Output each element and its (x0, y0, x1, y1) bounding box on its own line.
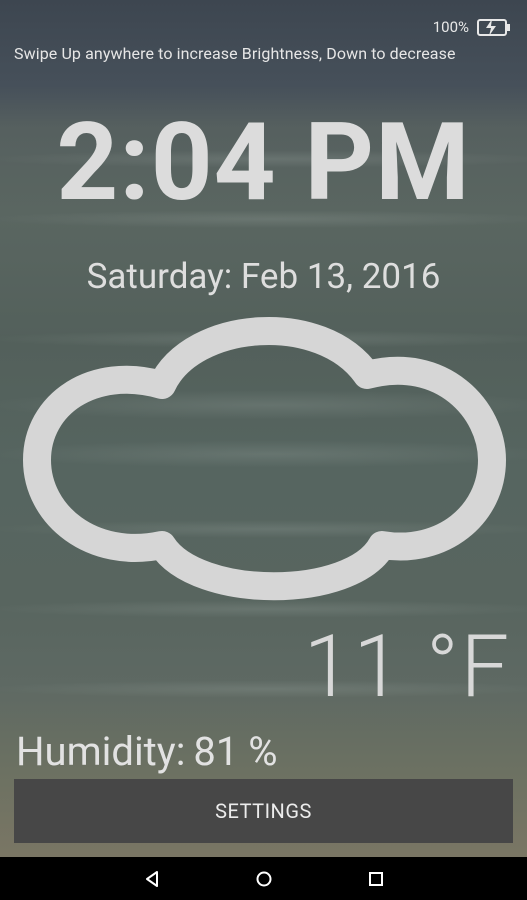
battery-charging-icon (477, 19, 510, 36)
back-button[interactable] (96, 857, 208, 900)
cloud-icon (23, 316, 506, 601)
temperature: 11 °F (303, 616, 511, 717)
humidity: Humidity: 81 % (16, 728, 278, 775)
clock-date: Saturday: Feb 13, 2016 (86, 256, 441, 297)
brightness-hint: Swipe Up anywhere to increase Brightness… (14, 44, 456, 63)
back-icon (145, 870, 158, 887)
home-button[interactable] (208, 857, 320, 900)
settings-button[interactable]: SETTINGS (14, 779, 513, 843)
humidity-value: 81 % (193, 728, 278, 775)
status-bar: 100% (433, 14, 513, 40)
home-icon (256, 871, 271, 886)
recents-button[interactable] (320, 857, 432, 900)
humidity-label: Humidity: (16, 728, 186, 775)
battery-level: 100% (432, 18, 469, 36)
navigation-bar (0, 857, 527, 900)
recents-icon (368, 871, 383, 886)
weather-clock-screen[interactable]: 100% Swipe Up anywhere to increase Brigh… (0, 0, 527, 857)
clock-time: 2:04 PM (56, 100, 471, 226)
